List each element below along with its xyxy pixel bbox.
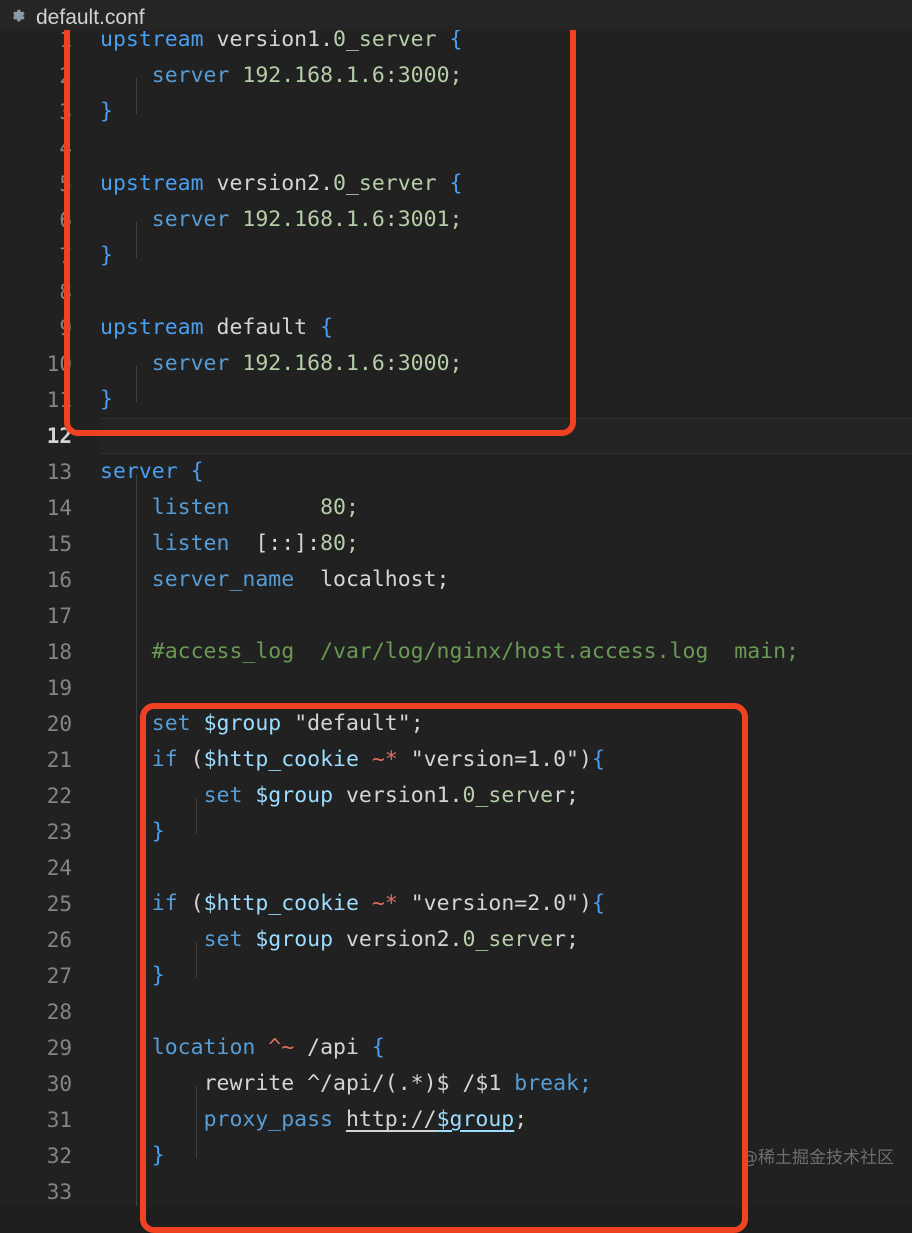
line-number: 13 [46, 460, 72, 484]
line-content: server 192.168.1.6:3000; [151, 63, 463, 88]
line-content: } [100, 387, 113, 412]
code-line[interactable]: 1 upstream version1.0_server { [0, 30, 912, 58]
line-number: 30 [46, 1072, 72, 1096]
line-number: 31 [46, 1108, 72, 1132]
line-content: upstream version1.0_server { [100, 30, 463, 52]
line-number: 7 [59, 244, 72, 268]
line-number: 23 [46, 820, 72, 844]
line-content: set $group version2.0_server; [203, 927, 579, 952]
line-number: 6 [59, 208, 72, 232]
line-number: 14 [46, 496, 72, 520]
line-number: 21 [46, 748, 72, 772]
indent-guide [136, 78, 137, 114]
code-line-active[interactable]: 12 [0, 418, 912, 454]
line-number: 29 [46, 1036, 72, 1060]
line-number: 12 [46, 424, 72, 448]
watermark-label: @稀土掘金技术社区 [741, 1148, 894, 1168]
line-number: 27 [46, 964, 72, 988]
line-content: proxy_pass http://$group; [203, 1107, 528, 1132]
line-content: } [151, 819, 165, 844]
line-content: set $group version1.0_server; [203, 783, 579, 808]
line-content: if ($http_cookie ~* "version=2.0"){ [151, 891, 605, 916]
line-number: 11 [46, 388, 72, 412]
line-number: 28 [46, 1000, 72, 1024]
line-number: 33 [46, 1180, 72, 1204]
line-content: } [100, 99, 113, 124]
indent-guide [136, 222, 137, 258]
filename-label: default.conf [36, 5, 145, 29]
line-content: server_name localhost; [151, 567, 450, 592]
line-content: } [151, 1143, 165, 1168]
line-content: upstream version2.0_server { [100, 171, 463, 196]
line-number: 20 [46, 712, 72, 736]
line-content: } [100, 243, 113, 268]
line-content: if ($http_cookie ~* "version=1.0"){ [151, 747, 605, 772]
line-number: 8 [59, 280, 72, 304]
line-number: 16 [46, 568, 72, 592]
line-number: 26 [46, 928, 72, 952]
gear-icon [13, 9, 25, 22]
line-number: 32 [46, 1144, 72, 1168]
line-content: set $group "default"; [151, 711, 424, 736]
line-number: 2 [59, 64, 72, 88]
line-content: upstream default { [100, 315, 334, 340]
line-number: 18 [46, 640, 72, 664]
indent-guide [196, 942, 197, 978]
code-editor[interactable]: 1 upstream version1.0_server { 2 server … [0, 30, 912, 1206]
code-line[interactable]: 4 [0, 130, 912, 166]
line-content: location ^~ /api { [151, 1035, 385, 1060]
code-line[interactable]: 8 [0, 274, 912, 310]
active-line-highlight [100, 418, 912, 454]
line-number: 1 [59, 30, 72, 52]
indent-guide [136, 474, 137, 510]
indent-guide [136, 366, 137, 402]
editor-titlebar: default.conf [0, 0, 912, 30]
line-number: 17 [46, 604, 72, 628]
line-content: server 192.168.1.6:3001; [151, 207, 463, 232]
line-content: rewrite ^/api/(.*)$ /$1 break; [203, 1071, 592, 1096]
line-content: listen [::]:80; [151, 531, 359, 556]
code-line[interactable]: 9 upstream default { [0, 310, 912, 346]
line-number: 24 [46, 856, 72, 880]
line-number: 15 [46, 532, 72, 556]
indent-guide [196, 798, 197, 834]
line-number: 9 [59, 316, 72, 340]
indent-guide [196, 1086, 197, 1158]
line-content: server { [100, 459, 204, 484]
line-number: 25 [46, 892, 72, 916]
code-line[interactable]: 5 upstream version2.0_server { [0, 166, 912, 202]
line-number: 3 [59, 100, 72, 124]
line-number: 19 [46, 676, 72, 700]
line-number: 5 [59, 172, 72, 196]
line-number: 10 [46, 352, 72, 376]
line-content: server 192.168.1.6:3000; [151, 351, 463, 376]
indent-guide [136, 510, 137, 1206]
line-number: 22 [46, 784, 72, 808]
line-content: } [151, 963, 165, 988]
line-number: 4 [59, 136, 72, 160]
line-content: #access_log /var/log/nginx/host.access.l… [151, 639, 799, 664]
line-content: listen 80; [151, 495, 359, 520]
